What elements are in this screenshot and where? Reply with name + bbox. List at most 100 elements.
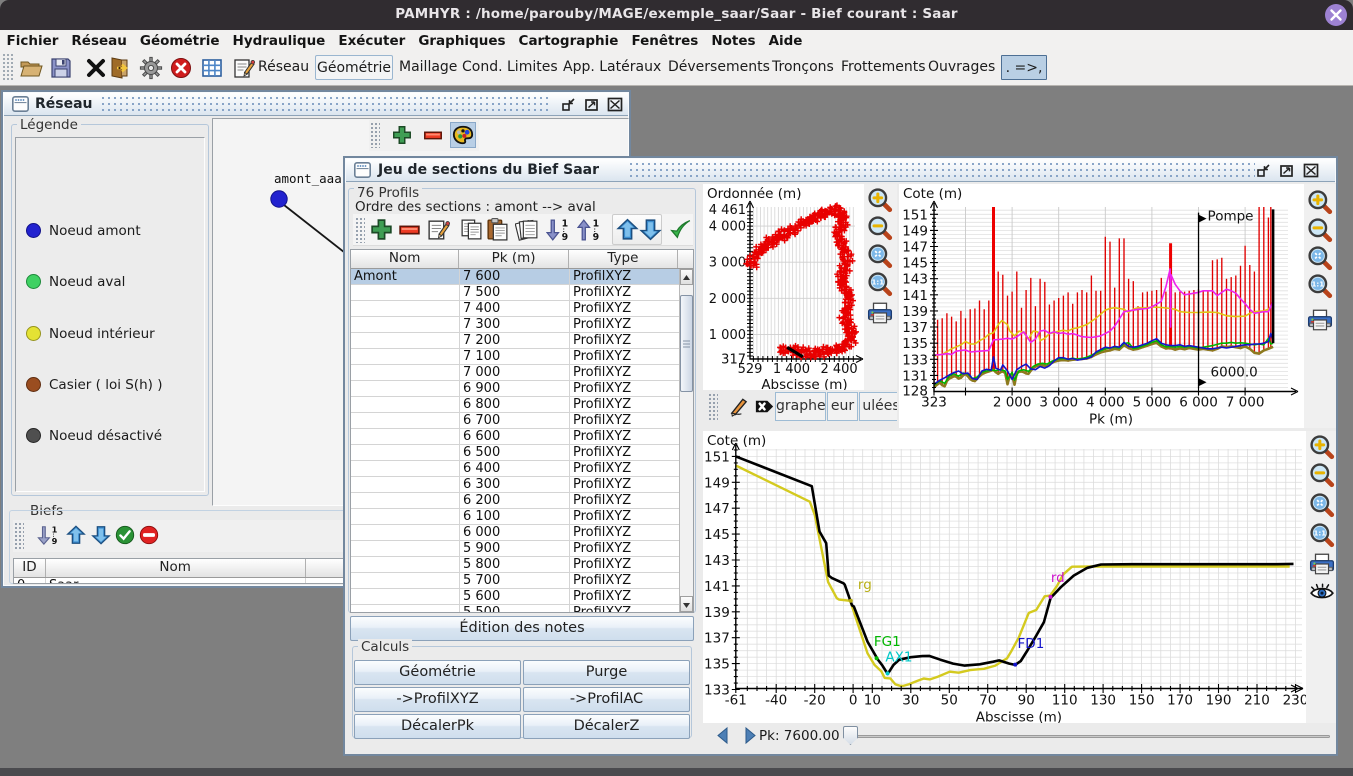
- toolbar-button-ouvrages[interactable]: Ouvrages: [928, 55, 995, 80]
- menu-executer[interactable]: Exécuter: [332, 31, 412, 51]
- reseau-titlebar[interactable]: Réseau: [4, 93, 628, 116]
- plan-plot-pane[interactable]: 4 4614 0003 0002 0001 0003175291 4002 40…: [703, 184, 897, 424]
- profil-row[interactable]: 6 200ProfilXYZ: [351, 493, 680, 509]
- close-window-icon[interactable]: [1302, 162, 1320, 179]
- zoom-out-icon[interactable]: [867, 215, 893, 241]
- profil-row[interactable]: 5 800ProfilXYZ: [351, 557, 680, 573]
- zoom-out-icon[interactable]: [1307, 217, 1333, 243]
- calc-button-purge[interactable]: Purge: [523, 660, 690, 685]
- zoom-fit-icon[interactable]: [1309, 492, 1335, 518]
- pages-icon[interactable]: [515, 217, 540, 242]
- nav-left-icon[interactable]: [713, 725, 733, 746]
- grid-icon[interactable]: [200, 56, 224, 80]
- notes-button[interactable]: Édition des notes: [350, 616, 694, 641]
- plan-tab-ulees[interactable]: ulées: [859, 392, 897, 421]
- zoom-1-1-icon[interactable]: 1:1: [867, 271, 893, 297]
- zoom-in-icon[interactable]: [1307, 189, 1333, 215]
- zoom-in-icon[interactable]: [1309, 434, 1335, 460]
- zoom-fit-icon[interactable]: [1307, 245, 1333, 271]
- pk-slider-thumb[interactable]: [843, 726, 858, 745]
- toolbar-button-frottements[interactable]: Frottements: [841, 55, 926, 80]
- paste-icon[interactable]: [485, 217, 510, 242]
- toolbar-button-troncons[interactable]: Tronçons: [772, 55, 834, 80]
- toolbar-button-geometrie[interactable]: Géométrie: [315, 55, 393, 80]
- menu-hydraulique[interactable]: Hydraulique: [226, 31, 332, 51]
- plan-plot[interactable]: 4 4614 0003 0002 0001 0003175291 4002 40…: [703, 184, 864, 424]
- eye-icon[interactable]: [1309, 579, 1335, 605]
- menu-fenetres[interactable]: Fenêtres: [625, 31, 705, 51]
- minimize-icon[interactable]: [560, 96, 578, 113]
- edit-notepad-icon[interactable]: [232, 56, 256, 80]
- profils-toolbar-handle[interactable]: [355, 217, 365, 243]
- toolbar-drag-handle[interactable]: [2, 53, 13, 82]
- pencil-icon[interactable]: [727, 395, 751, 419]
- zoom-in-icon[interactable]: [867, 187, 893, 213]
- profils-scrollbar[interactable]: [679, 269, 693, 612]
- calc-button-decalerz[interactable]: DécalerZ: [523, 714, 690, 739]
- sort-desc-gray-icon[interactable]: 19: [37, 524, 59, 546]
- maximize-icon[interactable]: [583, 96, 601, 113]
- scroll-down-icon[interactable]: [680, 596, 693, 612]
- profil-row[interactable]: 5 600ProfilXYZ: [351, 589, 680, 605]
- col-pk[interactable]: Pk (m): [459, 250, 568, 268]
- cross-section-plot[interactable]: rgFG1AX1FD1rd133135137139141143145147149…: [703, 431, 1306, 723]
- dialog-titlebar[interactable]: Jeu de sections du Bief Saar: [346, 159, 1335, 182]
- long-profile-pane[interactable]: Pompe6000.013113313513713914114314514714…: [899, 184, 1336, 428]
- zoom-1-1-icon[interactable]: 1:1: [1309, 522, 1335, 548]
- toolbar-button-app.lateraux[interactable]: App. Latéraux: [563, 55, 661, 80]
- profil-row[interactable]: 7 100ProfilXYZ: [351, 349, 680, 365]
- col-type[interactable]: Type: [569, 250, 678, 268]
- biefs-col-nom[interactable]: Nom: [46, 559, 306, 577]
- scroll-up-icon[interactable]: [680, 269, 693, 285]
- profil-row[interactable]: 6 900ProfilXYZ: [351, 381, 680, 397]
- arrow-up-icon[interactable]: [615, 217, 640, 242]
- maximize-icon[interactable]: [1278, 162, 1296, 179]
- printer-icon[interactable]: [1307, 307, 1333, 333]
- profil-row[interactable]: 5 500ProfilXYZ: [351, 605, 680, 613]
- scrollbar-thumb[interactable]: [680, 295, 693, 392]
- open-folder-icon[interactable]: [19, 56, 43, 80]
- biefs-toolbar-handle[interactable]: [14, 522, 24, 549]
- profil-row[interactable]: 7 400ProfilXYZ: [351, 301, 680, 317]
- calc-button-decalerpk[interactable]: DécalerPk: [354, 714, 521, 739]
- sort-asc-icon[interactable]: 19: [577, 217, 602, 242]
- edit-notepad-icon[interactable]: [426, 217, 451, 242]
- plan-toolbar-handle[interactable]: [708, 393, 718, 420]
- printer-icon[interactable]: [1309, 551, 1335, 577]
- toolbar-button-maillage[interactable]: Maillage: [399, 55, 457, 80]
- profil-row[interactable]: 7 000ProfilXYZ: [351, 365, 680, 381]
- printer-icon[interactable]: [867, 300, 893, 326]
- pk-slider[interactable]: [846, 735, 1330, 738]
- profil-row[interactable]: 6 700ProfilXYZ: [351, 413, 680, 429]
- profil-row[interactable]: 7 300ProfilXYZ: [351, 317, 680, 333]
- arrow-up-icon[interactable]: [65, 524, 87, 546]
- minus-icon[interactable]: [397, 217, 422, 242]
- close-x-icon[interactable]: [84, 56, 108, 80]
- toolbar-button-reseau[interactable]: Réseau: [258, 55, 309, 80]
- profil-row[interactable]: 6 400ProfilXYZ: [351, 461, 680, 477]
- zoom-1-1-icon[interactable]: 1:1: [1307, 273, 1333, 299]
- plan-tab-graphe[interactable]: graphe: [775, 392, 826, 421]
- arrow-down-icon[interactable]: [90, 524, 112, 546]
- profil-row[interactable]: 6 600ProfilXYZ: [351, 429, 680, 445]
- zoom-out-icon[interactable]: [1309, 462, 1335, 488]
- profil-row[interactable]: 7 200ProfilXYZ: [351, 333, 680, 349]
- profil-row[interactable]: 6 100ProfilXYZ: [351, 509, 680, 525]
- calc-button-->profilxyz[interactable]: ->ProfilXYZ: [354, 687, 521, 712]
- profil-row[interactable]: Amont7 600ProfilXYZ: [351, 269, 680, 285]
- menu-aide[interactable]: Aide: [762, 31, 809, 51]
- calc-button-->profilac[interactable]: ->ProfilAC: [523, 687, 690, 712]
- profil-row[interactable]: 5 900ProfilXYZ: [351, 541, 680, 557]
- x-arrow-icon[interactable]: [753, 395, 777, 419]
- close-window-icon[interactable]: [606, 96, 624, 113]
- profil-row[interactable]: 7 500ProfilXYZ: [351, 285, 680, 301]
- copy-icon[interactable]: [459, 217, 484, 242]
- arrow-down-icon[interactable]: [638, 217, 663, 242]
- menu-reseau[interactable]: Réseau: [65, 31, 133, 51]
- plan-tab-eur[interactable]: eur: [827, 392, 858, 421]
- menu-geometrie[interactable]: Géométrie: [133, 31, 226, 51]
- exit-door-icon[interactable]: [108, 56, 132, 80]
- menu-fichier[interactable]: Fichier: [0, 31, 65, 51]
- check-icon[interactable]: [668, 217, 693, 242]
- profils-table[interactable]: Nom Pk (m) Type Amont7 600ProfilXYZ7 500…: [350, 249, 694, 613]
